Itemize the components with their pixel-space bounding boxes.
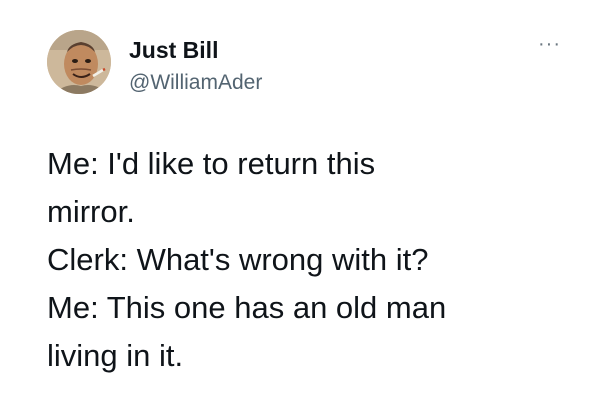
tweet-card: Just Bill @WilliamAder ··· Me: I'd like … [0,0,600,413]
tweet-text-line: mirror. [47,194,135,229]
author-handle[interactable]: @WilliamAder [129,70,262,96]
tweet-text-line: Me: I'd like to return this [47,146,376,181]
author-name[interactable]: Just Bill [129,36,218,64]
profile-photo-icon [47,30,111,94]
tweet-text-line: Me: This one has an old man [47,290,447,325]
tweet-text: Me: I'd like to return this mirror. Cler… [47,140,567,380]
tweet-text-line: living in it. [47,338,184,373]
ellipsis-icon[interactable]: ··· [538,34,561,54]
avatar[interactable] [47,30,111,94]
tweet-text-line: Clerk: What's wrong with it? [47,242,429,277]
